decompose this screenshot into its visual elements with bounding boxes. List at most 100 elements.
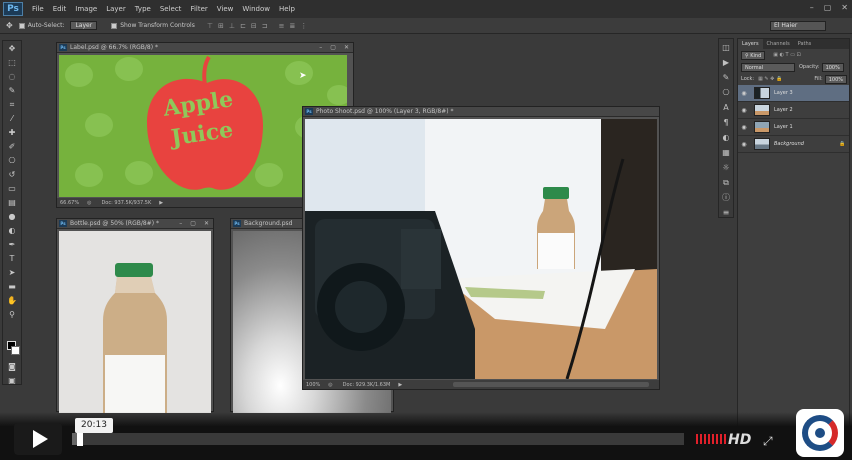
layer-name[interactable]: Layer 2 [774,107,849,113]
kind-filter-dropdown[interactable]: ⚲ Kind [741,50,766,60]
actions-panel-icon[interactable]: ▶ [720,57,732,69]
menu-window[interactable]: Window [242,5,270,13]
layer-name[interactable]: Layer 3 [774,90,849,96]
pen-tool-icon[interactable]: ✒ [4,239,20,251]
eyedropper-tool-icon[interactable]: ⁄ [4,113,20,125]
history-panel-icon[interactable]: ◫ [720,42,732,54]
menu-view[interactable]: View [217,5,234,13]
color-panel-icon[interactable]: ◐ [720,132,732,144]
opacity-field[interactable]: 100% [821,62,844,72]
channel-logo[interactable] [796,409,844,457]
label-zoom-value[interactable]: 66.67% [60,200,79,206]
menu-select[interactable]: Select [160,5,182,13]
paragraph-panel-icon[interactable]: ¶ [720,117,732,129]
label-document-titlebar[interactable]: Ps Label.psd @ 66.7% (RGB/8) * – ▢ ✕ [57,43,353,53]
align-bottom-icon[interactable]: ⊥ [229,22,235,30]
clone-source-icon[interactable]: ⎔ [720,87,732,99]
maximize-icon[interactable]: ▢ [330,44,336,51]
history-brush-icon[interactable]: ↺ [4,169,20,181]
auto-select-checkbox[interactable] [18,22,25,29]
lock-icons[interactable]: ▦ ✎ ✥ 🔒 [758,76,782,82]
screen-mode-icon[interactable]: ▣ [4,375,20,387]
status-menu-arrow-icon[interactable]: ▶ [398,382,402,388]
menu-filter[interactable]: Filter [190,5,207,13]
minimize-button[interactable]: – [810,3,814,12]
tab-layers[interactable]: Layers [738,39,763,49]
brush-panel-icon[interactable]: ✎ [720,72,732,84]
dodge-tool-icon[interactable]: ◐ [4,225,20,237]
workspace-dropdown[interactable]: El Haier [770,21,826,31]
menu-image[interactable]: Image [75,5,97,13]
visibility-eye-icon[interactable]: ◉ [738,141,750,148]
brush-tool-icon[interactable]: ✐ [4,141,20,153]
zoom-tool-icon[interactable]: ⚲ [4,309,20,321]
info-icon[interactable]: ◎ [328,382,332,388]
close-icon[interactable]: ✕ [344,44,349,51]
layer-row[interactable]: ◉ Layer 1 [738,119,849,136]
swatches-panel-icon[interactable]: ▦ [720,147,732,159]
align-middle-icon[interactable]: ⊞ [218,22,224,30]
align-top-icon[interactable]: ⊤ [207,22,213,30]
distribute-h-icon[interactable]: ≣ [289,22,295,30]
gradient-tool-icon[interactable]: ▤ [4,197,20,209]
maximize-button[interactable]: ▢ [824,3,832,12]
fullscreen-icon[interactable]: ⤢ [763,434,773,449]
adjustments-panel-icon[interactable]: ☼ [720,162,732,174]
bottle-canvas[interactable] [59,231,211,413]
bottle-document-window[interactable]: Ps Bottle.psd @ 50% (RGB/8#) * – ▢ ✕ [56,218,214,413]
styles-panel-icon[interactable]: ⧉ [720,177,732,189]
shape-tool-icon[interactable]: ▬ [4,281,20,293]
menu-type[interactable]: Type [135,5,151,13]
layer-row[interactable]: ◉ Background 🔒 [738,136,849,153]
play-button[interactable] [14,423,62,455]
distribute-v-icon[interactable]: ⋮ [300,22,307,30]
align-right-icon[interactable]: ⊐ [262,22,268,30]
visibility-eye-icon[interactable]: ◉ [738,124,750,131]
close-icon[interactable]: ✕ [204,220,209,227]
menu-help[interactable]: Help [279,5,295,13]
eraser-tool-icon[interactable]: ▭ [4,183,20,195]
visibility-eye-icon[interactable]: ◉ [738,90,750,97]
menu-edit[interactable]: Edit [53,5,67,13]
layer-name[interactable]: Layer 1 [774,124,849,130]
show-transform-checkbox[interactable] [111,22,118,29]
quick-mask-icon[interactable]: ◙ [4,361,20,373]
healing-tool-icon[interactable]: ✚ [4,127,20,139]
minimize-icon[interactable]: – [179,220,182,227]
crop-tool-icon[interactable]: ⌗ [4,99,20,111]
volume-control[interactable] [696,434,726,444]
visibility-eye-icon[interactable]: ◉ [738,107,750,114]
maximize-icon[interactable]: ▢ [190,220,196,227]
photo-shoot-canvas[interactable] [305,119,657,379]
layer-row[interactable]: ◉ Layer 3 [738,85,849,102]
layer-name[interactable]: Background [774,141,839,147]
photo-shoot-document-window[interactable]: Ps Photo Shoot.psd @ 100% (Layer 3, RGB/… [302,106,660,390]
photo-shoot-document-titlebar[interactable]: Ps Photo Shoot.psd @ 100% (Layer 3, RGB/… [303,107,659,117]
clone-tool-icon[interactable]: ⎔ [4,155,20,167]
layer-row[interactable]: ◉ Layer 2 [738,102,849,119]
fill-field[interactable]: 100% [824,74,847,84]
bottle-document-titlebar[interactable]: Ps Bottle.psd @ 50% (RGB/8#) * – ▢ ✕ [57,219,213,229]
distribute-icon[interactable]: ≡ [279,22,285,30]
minimize-icon[interactable]: – [319,44,322,51]
blur-tool-icon[interactable]: ● [4,211,20,223]
video-progress-bar[interactable] [72,432,684,446]
character-panel-icon[interactable]: A [720,102,732,114]
info-panel-icon[interactable]: ⓘ [720,192,732,204]
path-select-tool-icon[interactable]: ➤ [4,267,20,279]
properties-panel-icon[interactable]: ≡ [720,207,732,219]
quick-select-tool-icon[interactable]: ✎ [4,85,20,97]
progress-knob[interactable] [76,432,83,446]
move-tool-icon[interactable]: ✥ [6,21,13,30]
menu-layer[interactable]: Layer [106,5,126,13]
info-icon[interactable]: ◎ [87,200,91,206]
lasso-tool-icon[interactable]: ◌ [4,71,20,83]
align-left-icon[interactable]: ⊏ [240,22,246,30]
tab-channels[interactable]: Channels [763,39,794,49]
blend-mode-dropdown[interactable]: Normal [741,62,795,72]
align-center-icon[interactable]: ⊟ [251,22,257,30]
move-tool-icon[interactable]: ✥ [4,43,20,55]
filter-icons[interactable]: ▣ ◐ T ▭ ⊡ [773,52,800,58]
horizontal-scrollbar[interactable] [453,382,649,387]
hand-tool-icon[interactable]: ✋ [4,295,20,307]
